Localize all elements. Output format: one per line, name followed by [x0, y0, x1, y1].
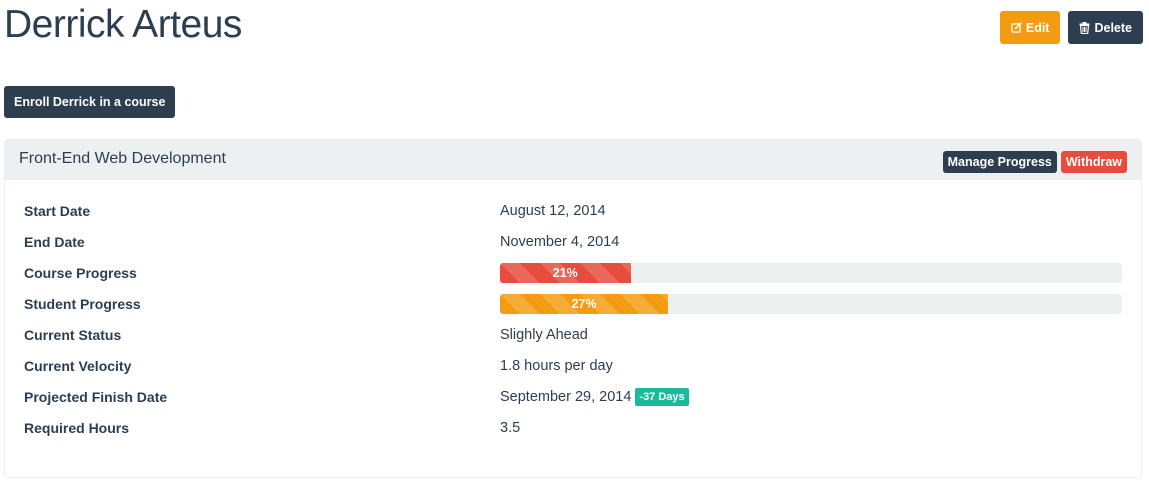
start-date-row: Start Date August 12, 2014 — [24, 195, 1124, 226]
course-progress-bar: 21% — [500, 262, 1122, 283]
course-progress-fill: 21% — [500, 262, 631, 283]
student-progress-label: Student Progress — [24, 295, 141, 312]
end-date-label: End Date — [24, 233, 85, 250]
end-date-value: November 4, 2014 — [500, 233, 620, 250]
current-status-row: Current Status Slighly Ahead — [24, 319, 1124, 350]
delete-label: Delete — [1094, 20, 1132, 35]
trash-icon — [1079, 21, 1090, 34]
projected-finish-value: September 29, 2014 — [500, 388, 632, 405]
start-date-value: August 12, 2014 — [500, 202, 606, 219]
days-difference-badge: -37 Days — [635, 387, 689, 406]
required-hours-value: 3.5 — [500, 419, 521, 436]
course-title: Front-End Web Development — [19, 150, 226, 167]
projected-finish-row: Projected Finish Date September 29, 2014… — [24, 381, 1124, 412]
edit-button[interactable]: Edit — [999, 11, 1061, 44]
course-panel-heading: Front-End Web Development Manage Progres… — [5, 140, 1141, 180]
required-hours-row: Required Hours 3.5 — [24, 412, 1124, 443]
delete-button[interactable]: Delete — [1068, 11, 1143, 44]
enroll-course-button[interactable]: Enroll Derrick in a course — [4, 86, 176, 118]
start-date-label: Start Date — [24, 202, 91, 219]
withdraw-button[interactable]: Withdraw — [1060, 151, 1127, 173]
course-details: Start Date August 12, 2014 End Date Nove… — [24, 195, 1124, 443]
current-velocity-value: 1.8 hours per day — [500, 357, 613, 374]
page-title: Derrick Arteus — [4, 3, 242, 46]
student-progress-row: Student Progress 27% — [24, 288, 1124, 319]
projected-finish-label: Projected Finish Date — [24, 388, 168, 405]
current-velocity-label: Current Velocity — [24, 357, 132, 374]
course-actions: Manage Progress Withdraw — [942, 151, 1127, 173]
manage-progress-button[interactable]: Manage Progress — [942, 151, 1057, 173]
course-progress-row: Course Progress 21% — [24, 257, 1124, 288]
current-velocity-row: Current Velocity 1.8 hours per day — [24, 350, 1124, 381]
edit-icon — [1011, 22, 1022, 33]
course-progress-label: Course Progress — [24, 264, 137, 281]
current-status-label: Current Status — [24, 326, 122, 343]
end-date-row: End Date November 4, 2014 — [24, 226, 1124, 257]
current-status-value: Slighly Ahead — [500, 326, 588, 343]
required-hours-label: Required Hours — [24, 419, 130, 436]
course-panel: Front-End Web Development Manage Progres… — [4, 139, 1142, 478]
top-actions: Edit Delete — [999, 11, 1143, 44]
student-progress-bar: 27% — [500, 293, 1122, 314]
edit-label: Edit — [1025, 20, 1050, 35]
student-progress-fill: 27% — [500, 293, 668, 314]
